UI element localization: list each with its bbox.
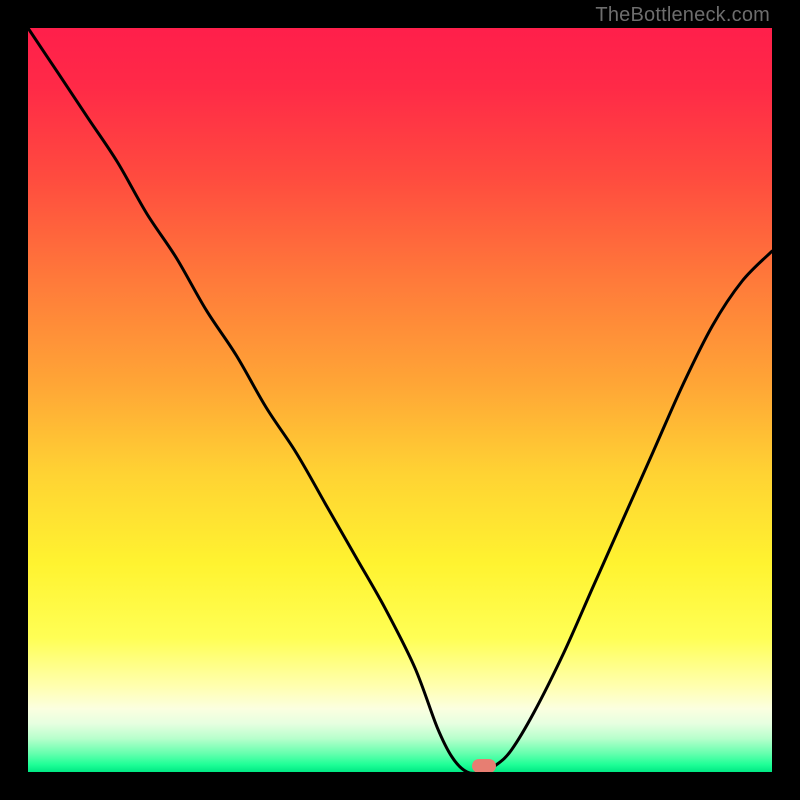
optimal-marker [472, 759, 496, 772]
watermark-text: TheBottleneck.com [595, 4, 770, 27]
chart-frame: TheBottleneck.com [0, 0, 800, 800]
bottleneck-curve [28, 28, 772, 772]
plot-area [28, 28, 772, 772]
